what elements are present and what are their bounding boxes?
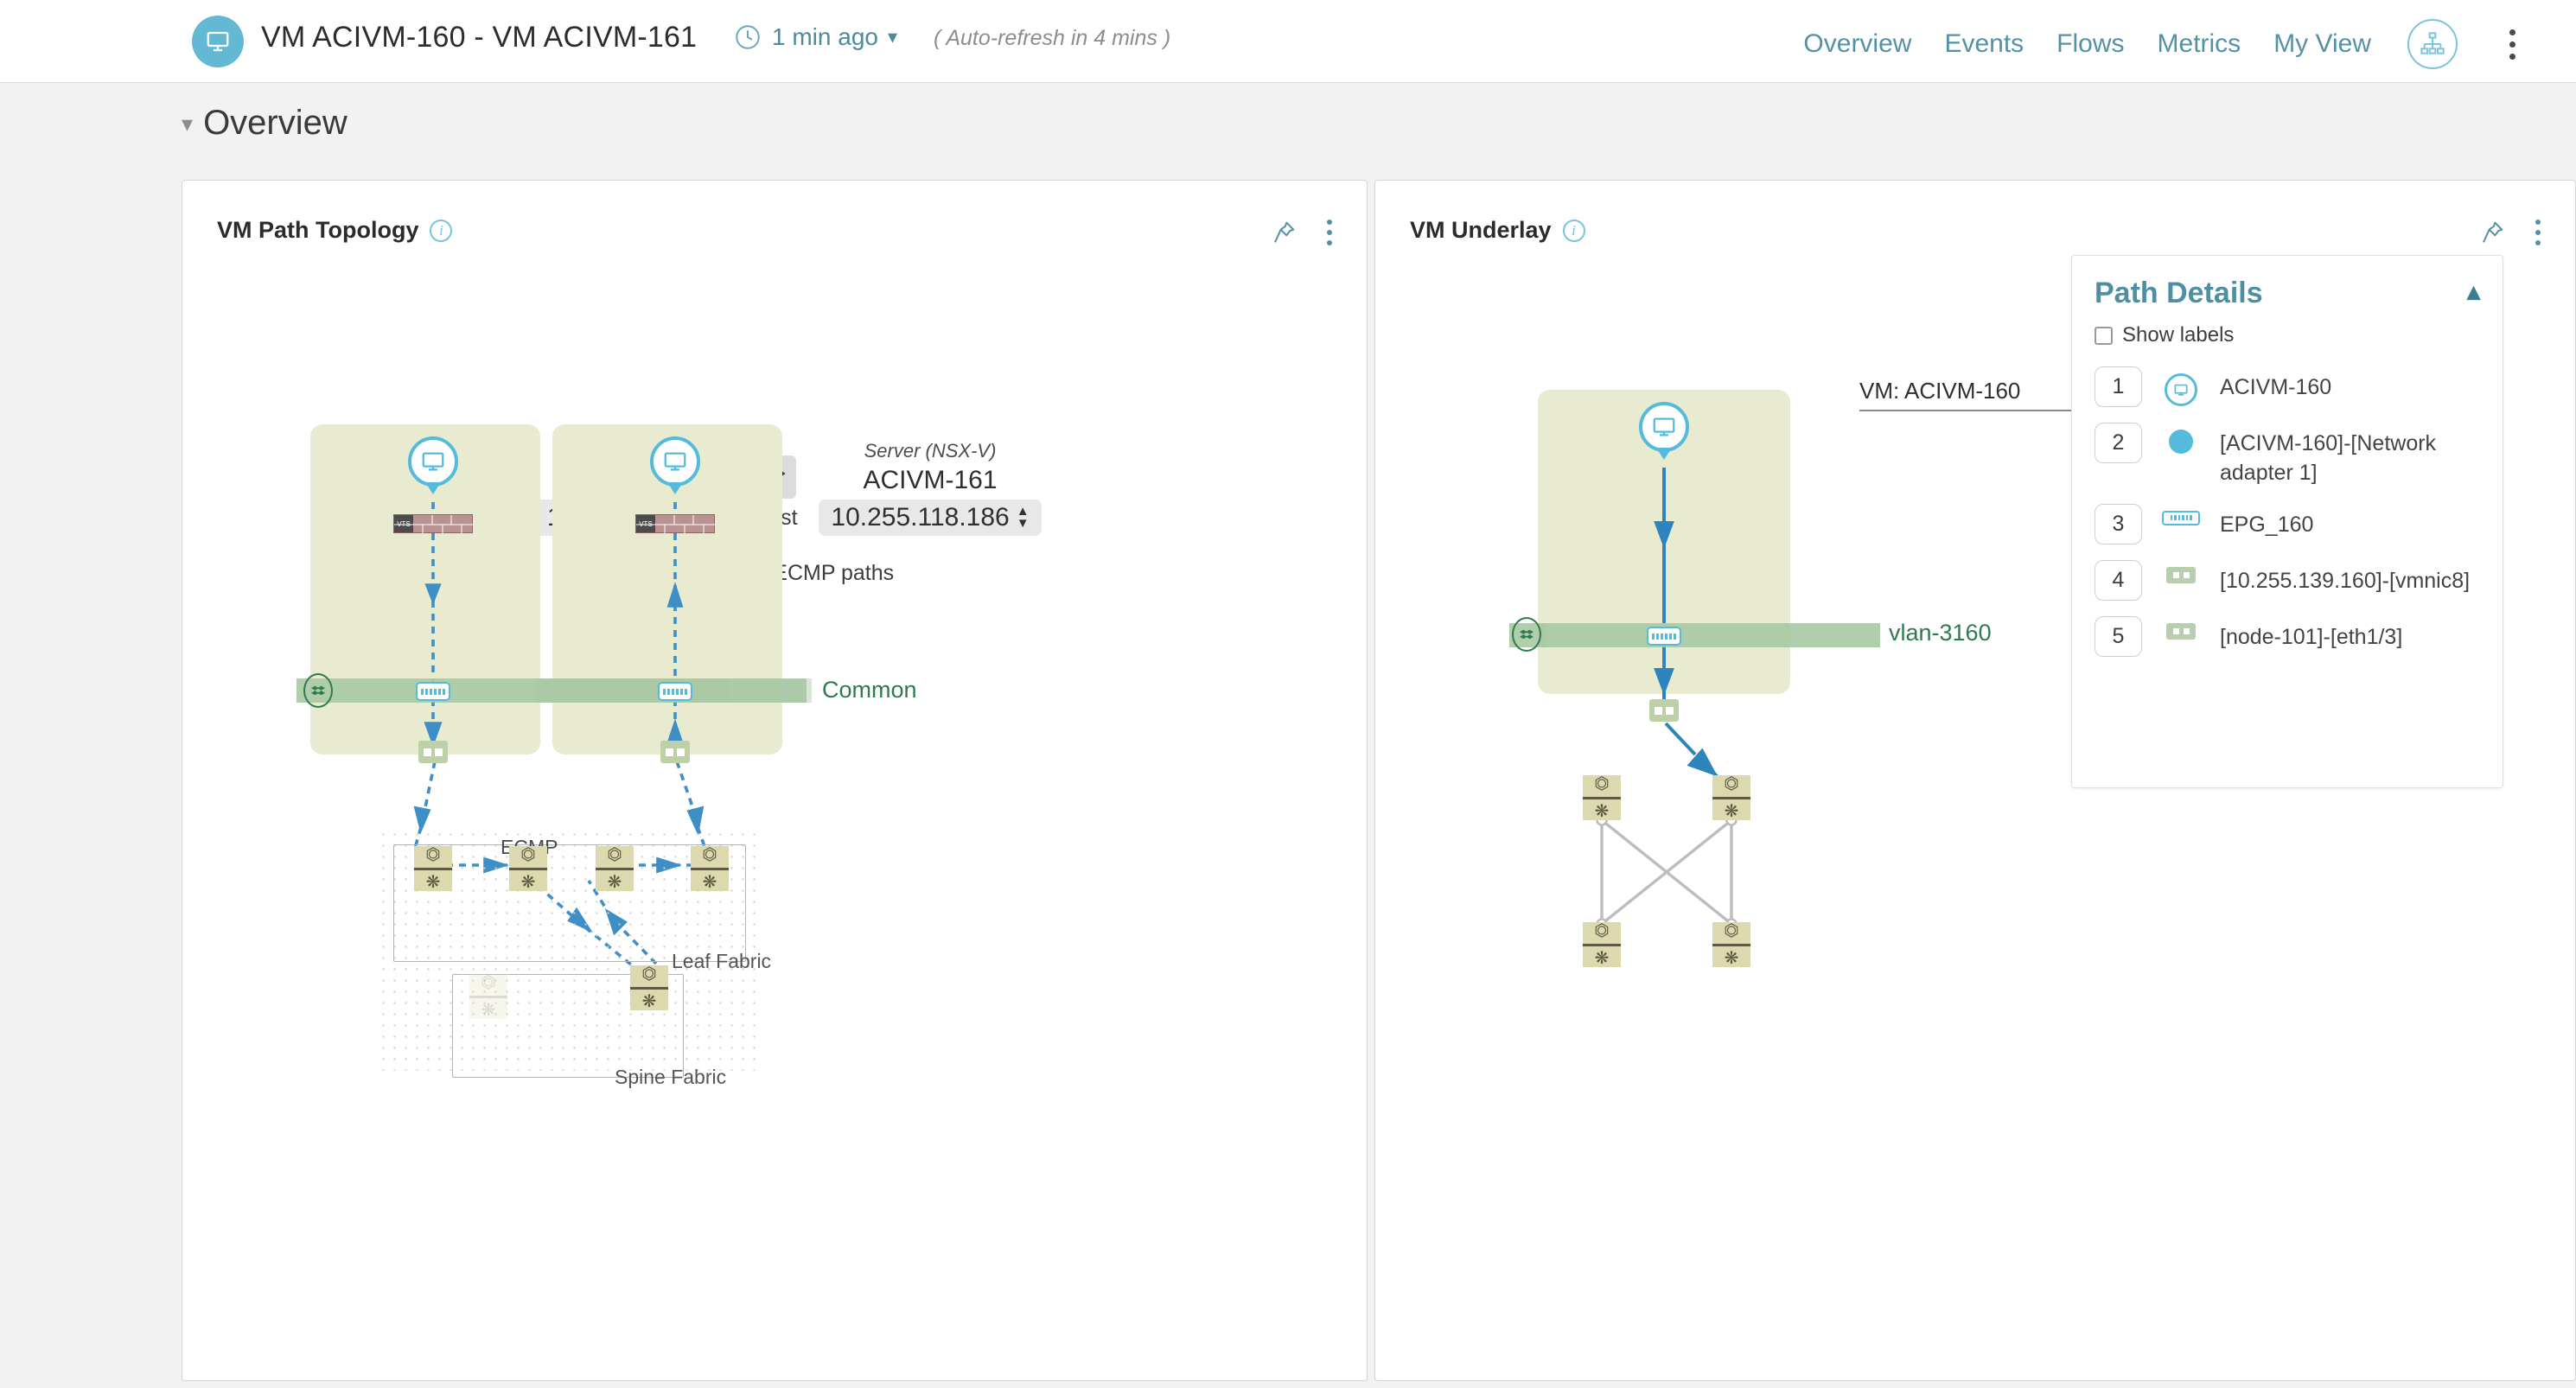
epg-icon bbox=[2158, 504, 2204, 525]
common-bar-label: Common bbox=[822, 677, 917, 703]
leaf-switch-2[interactable]: ⏣ ❋ bbox=[509, 846, 547, 891]
chevron-down-icon[interactable]: ▾ bbox=[888, 28, 897, 47]
underlay-pnic-icon[interactable] bbox=[1649, 699, 1679, 722]
underlay-vm-node[interactable] bbox=[1639, 402, 1689, 452]
list-item[interactable]: 5 [node-101]-[eth1/3] bbox=[2095, 615, 2485, 657]
chevron-up-icon[interactable]: ▴ bbox=[2467, 277, 2480, 307]
more-options-icon[interactable] bbox=[2504, 24, 2521, 65]
leaf-fabric-label: Leaf Fabric bbox=[672, 950, 772, 972]
list-item[interactable]: 4 [10.255.139.160]-[vmnic8] bbox=[2095, 559, 2485, 601]
path-step-label: [ACIVM-160]-[Network adapter 1] bbox=[2220, 431, 2437, 485]
path-details-header: Path Details ▴ bbox=[2095, 277, 2480, 310]
pnic-icon bbox=[2158, 560, 2204, 583]
underlay-switch-1[interactable]: ⏣ ❋ bbox=[1583, 775, 1621, 820]
path-step-label: [node-101]-[eth1/3] bbox=[2220, 624, 2403, 649]
section-title: Overview bbox=[203, 104, 348, 142]
nav-item-flows[interactable]: Flows bbox=[2056, 29, 2124, 59]
autorefresh-status: ( Auto-refresh in 4 mins ) bbox=[934, 26, 1171, 50]
client-pnic-icon[interactable] bbox=[418, 741, 448, 763]
server-vm-node[interactable] bbox=[650, 436, 700, 487]
nav-item-my-view[interactable]: My View bbox=[2273, 29, 2371, 59]
server-pnic-icon[interactable] bbox=[660, 741, 690, 763]
main-nav: Overview Events Flows Metrics My View bbox=[1803, 19, 2521, 69]
nav-item-metrics[interactable]: Metrics bbox=[2158, 29, 2241, 59]
underlay-epg-icon[interactable] bbox=[1647, 627, 1681, 646]
path-step-number: 5 bbox=[2095, 615, 2142, 657]
leaf-switch-3[interactable]: ⏣ ❋ bbox=[596, 846, 634, 891]
vlan-icon bbox=[1512, 617, 1541, 652]
leaf-switch-1[interactable]: ⏣ ❋ bbox=[414, 846, 452, 891]
leaf-switch-4[interactable]: ⏣ ❋ bbox=[691, 846, 729, 891]
path-step-number: 3 bbox=[2095, 503, 2142, 544]
vlan-label: vlan-3160 bbox=[1889, 620, 1992, 646]
client-vm-node[interactable] bbox=[408, 436, 458, 487]
show-labels-checkbox[interactable]: Show labels bbox=[2095, 323, 2234, 347]
vm-path-topology-card: VM Path Topology i Client (NSX-V) ACIVM-… bbox=[182, 180, 1368, 1381]
topology-icon[interactable] bbox=[2407, 19, 2458, 69]
underlay-switch-2[interactable]: ⏣ ❋ bbox=[1712, 775, 1750, 820]
path-details-panel: Path Details ▴ Show labels 1 ACIVM-160 2… bbox=[2071, 255, 2503, 788]
vm-icon bbox=[2158, 366, 2204, 406]
monitor-icon bbox=[192, 16, 244, 67]
path-details-title: Path Details bbox=[2095, 277, 2263, 309]
page-title: VM ACIVM-160 - VM ACIVM-161 bbox=[261, 21, 698, 54]
pnic-icon bbox=[2158, 616, 2204, 640]
server-epg-icon[interactable] bbox=[658, 682, 692, 701]
topology-links bbox=[412, 502, 708, 971]
vlan-bar bbox=[1540, 623, 1880, 647]
clock-icon bbox=[733, 22, 762, 52]
spine-fabric-label: Spine Fabric bbox=[615, 1066, 727, 1088]
nav-item-events[interactable]: Events bbox=[1944, 29, 2024, 59]
list-item[interactable]: 2 [ACIVM-160]-[Network adapter 1] bbox=[2095, 423, 2485, 488]
spine-switch-2[interactable]: ⏣ ❋ bbox=[630, 965, 668, 1010]
checkbox-box[interactable] bbox=[2095, 326, 2113, 345]
path-step-number: 1 bbox=[2095, 366, 2142, 407]
show-labels-label: Show labels bbox=[2122, 323, 2235, 347]
section-header[interactable]: ▾ Overview bbox=[182, 104, 348, 143]
refresh-label: 1 min ago bbox=[772, 23, 878, 50]
path-step-number: 4 bbox=[2095, 559, 2142, 601]
chevron-down-icon[interactable]: ▾ bbox=[182, 112, 193, 135]
bridge-domain-icon bbox=[303, 673, 333, 708]
server-firewall-icon[interactable]: VTS bbox=[635, 514, 716, 534]
spine-switch-1[interactable]: ⏣ ❋ bbox=[469, 974, 507, 1019]
refresh-control[interactable]: 1 min ago ▾ bbox=[733, 22, 897, 52]
topology-diagram: VTS VTS Common Leaf Fabric Spine Fabric … bbox=[182, 181, 1367, 1380]
path-step-label: EPG_160 bbox=[2220, 512, 2314, 537]
path-step-label: ACIVM-160 bbox=[2220, 375, 2332, 399]
top-bar: VM ACIVM-160 - VM ACIVM-161 1 min ago ▾ … bbox=[0, 0, 2576, 83]
client-firewall-icon[interactable]: VTS bbox=[393, 514, 474, 534]
nav-item-overview[interactable]: Overview bbox=[1803, 29, 1911, 59]
list-item[interactable]: 3 EPG_160 bbox=[2095, 503, 2485, 544]
path-details-list: 1 ACIVM-160 2 [ACIVM-160]-[Network adapt… bbox=[2095, 366, 2485, 672]
vnic-dot-icon bbox=[2158, 423, 2204, 454]
client-epg-icon[interactable] bbox=[416, 682, 450, 701]
underlay-switch-3[interactable]: ⏣ ❋ bbox=[1583, 922, 1621, 967]
path-step-number: 2 bbox=[2095, 423, 2142, 463]
list-item[interactable]: 1 ACIVM-160 bbox=[2095, 366, 2485, 407]
underlay-switch-4[interactable]: ⏣ ❋ bbox=[1712, 922, 1750, 967]
path-step-label: [10.255.139.160]-[vmnic8] bbox=[2220, 568, 2471, 593]
